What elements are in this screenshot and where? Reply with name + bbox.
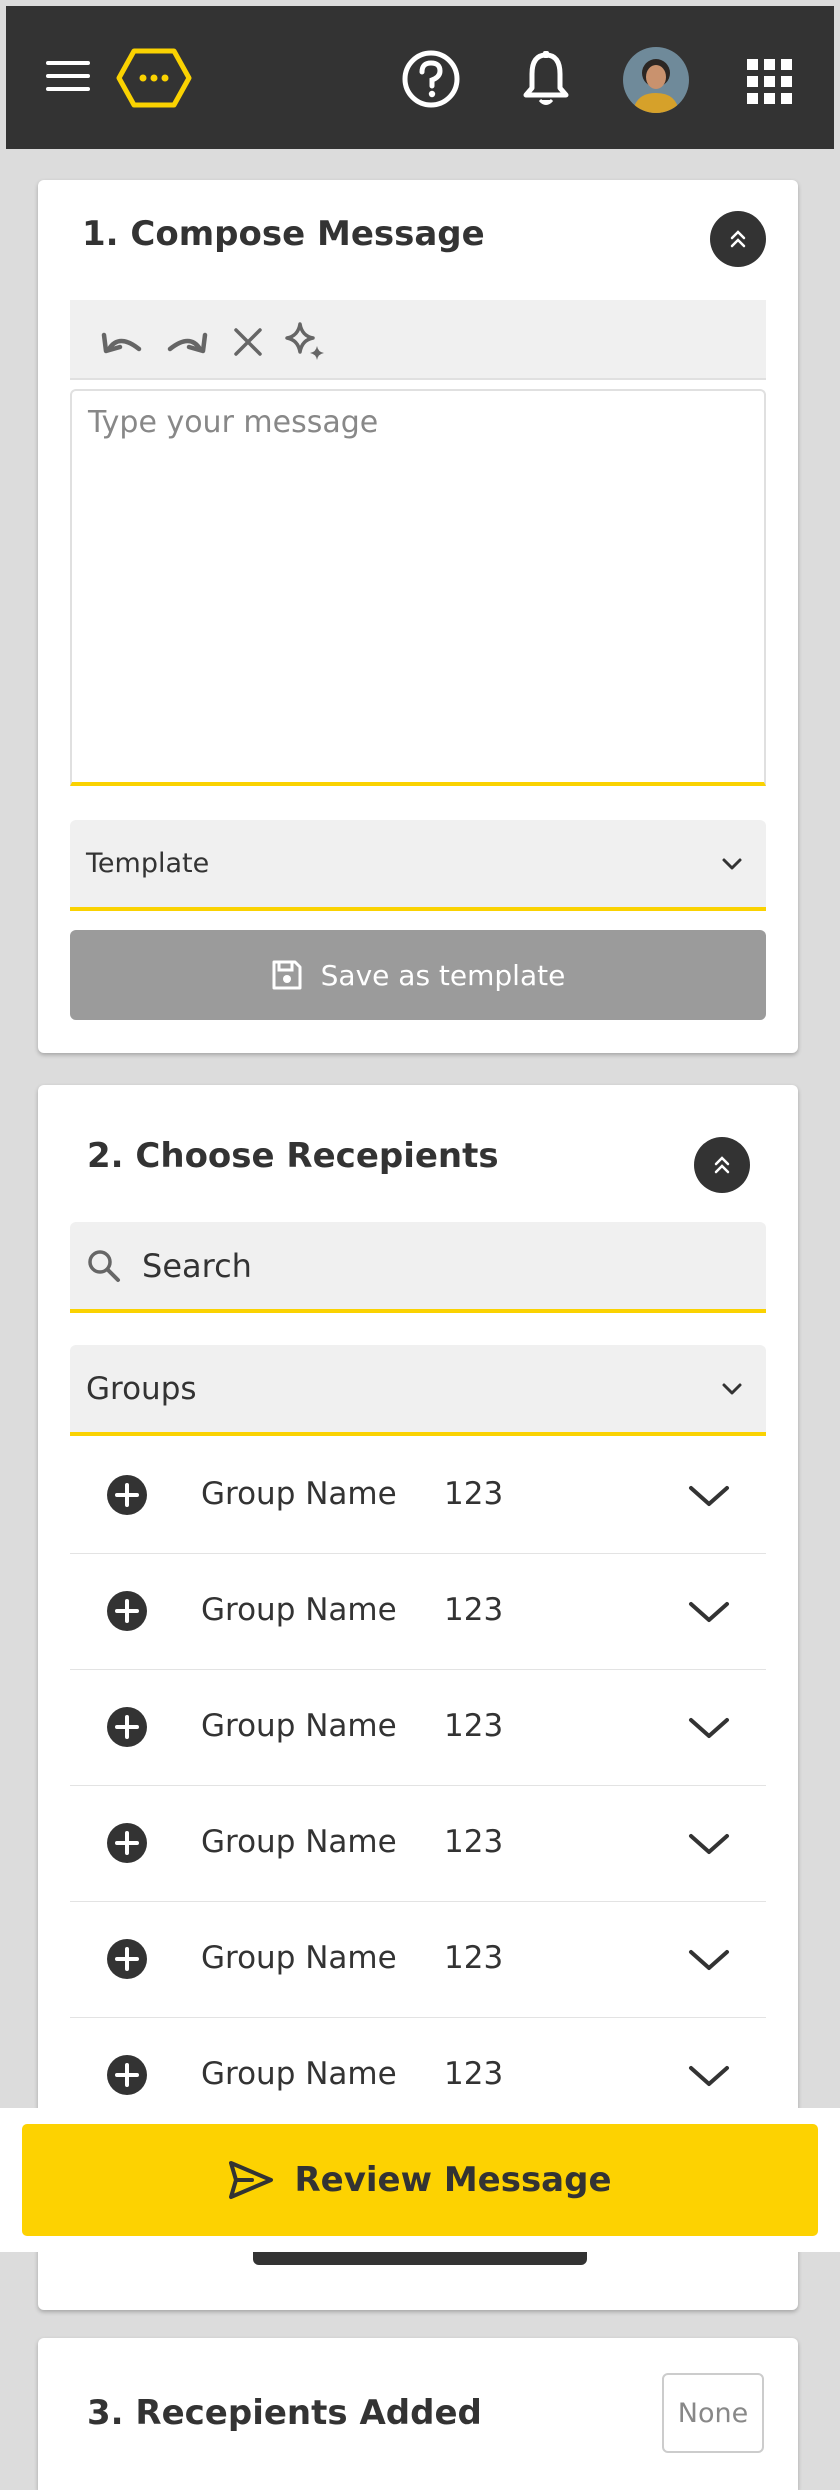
group-list: Group Name 123 Group Name 123 Group Name…: [70, 1438, 766, 2134]
save-as-template-button[interactable]: Save as template: [70, 930, 766, 1020]
review-message-button[interactable]: Review Message: [22, 2124, 818, 2236]
recipients-added-card: 3. Recepients Added None: [38, 2338, 798, 2490]
group-count: 123: [444, 1940, 504, 1976]
group-count: 123: [444, 1708, 504, 1744]
apps-icon[interactable]: [746, 58, 794, 106]
help-icon[interactable]: [400, 48, 462, 110]
compose-card: 1. Compose Message Template Save as temp…: [38, 180, 798, 1053]
review-message-label: Review Message: [294, 2160, 612, 2200]
clear-icon[interactable]: [226, 320, 270, 364]
group-name: Group Name: [201, 1940, 397, 1976]
group-name: Group Name: [201, 1708, 397, 1744]
save-as-template-label: Save as template: [320, 958, 566, 992]
collapse-recipients-button[interactable]: [694, 1137, 750, 1193]
add-circle-icon[interactable]: [106, 1590, 148, 1632]
add-circle-icon[interactable]: [106, 1822, 148, 1864]
group-name: Group Name: [201, 1592, 397, 1628]
search-input[interactable]: [142, 1222, 742, 1309]
send-icon: [229, 2161, 274, 2199]
redo-icon[interactable]: [165, 320, 209, 364]
bell-icon[interactable]: [518, 48, 574, 110]
add-circle-icon[interactable]: [106, 2054, 148, 2096]
group-count: 123: [444, 1824, 504, 1860]
group-row[interactable]: Group Name 123: [70, 1554, 766, 1670]
menu-icon[interactable]: [46, 54, 90, 98]
chevron-down-icon[interactable]: [687, 2063, 731, 2089]
avatar[interactable]: [623, 47, 689, 113]
top-app-bar: [6, 6, 834, 149]
recipients-added-badge: None: [662, 2373, 764, 2453]
logo-icon[interactable]: [116, 48, 192, 108]
compose-title: 1. Compose Message: [82, 214, 485, 254]
group-row[interactable]: Group Name 123: [70, 1670, 766, 1786]
recipients-added-title: 3. Recepients Added: [87, 2393, 482, 2433]
search-icon: [88, 1250, 120, 1282]
chevron-double-up-icon: [730, 230, 746, 248]
group-count: 123: [444, 2056, 504, 2092]
collapse-compose-button[interactable]: [710, 211, 766, 267]
add-circle-icon[interactable]: [106, 1706, 148, 1748]
add-circle-icon[interactable]: [106, 1938, 148, 1980]
group-name: Group Name: [201, 1824, 397, 1860]
chevron-down-icon[interactable]: [687, 1599, 731, 1625]
chevron-down-icon[interactable]: [687, 1947, 731, 1973]
message-input[interactable]: [70, 389, 766, 786]
editor-toolbar: [70, 300, 766, 380]
groups-select[interactable]: Groups: [70, 1345, 766, 1436]
chevron-down-icon: [722, 858, 742, 870]
sparkle-icon[interactable]: [284, 320, 328, 364]
save-icon: [272, 960, 302, 990]
add-circle-icon[interactable]: [106, 1474, 148, 1516]
chevron-down-icon[interactable]: [687, 1715, 731, 1741]
groups-select-label: Groups: [86, 1370, 197, 1407]
chevron-down-icon[interactable]: [687, 1831, 731, 1857]
undo-icon[interactable]: [100, 320, 144, 364]
template-select[interactable]: Template: [70, 820, 766, 911]
group-name: Group Name: [201, 1476, 397, 1512]
chevron-double-up-icon: [714, 1156, 730, 1174]
recipients-title: 2. Choose Recepients: [87, 1136, 499, 1176]
group-row[interactable]: Group Name 123: [70, 1902, 766, 2018]
group-count: 123: [444, 1476, 504, 1512]
chevron-down-icon: [722, 1383, 742, 1395]
group-name: Group Name: [201, 2056, 397, 2092]
search-field[interactable]: [70, 1222, 766, 1313]
review-bar: Review Message: [0, 2108, 840, 2252]
chevron-down-icon[interactable]: [687, 1483, 731, 1509]
group-row[interactable]: Group Name 123: [70, 1438, 766, 1554]
template-select-label: Template: [86, 848, 210, 879]
group-row[interactable]: Group Name 123: [70, 1786, 766, 1902]
group-count: 123: [444, 1592, 504, 1628]
